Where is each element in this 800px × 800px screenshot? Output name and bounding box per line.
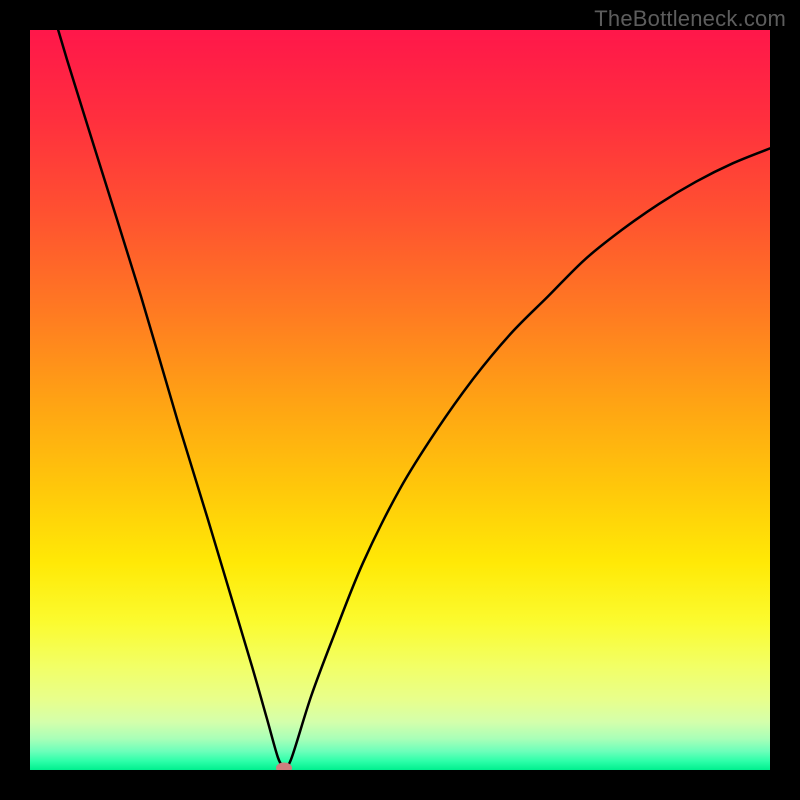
watermark-label: TheBottleneck.com: [594, 6, 786, 32]
plot-area: [30, 30, 770, 770]
bottleneck-curve: [30, 30, 770, 770]
optimal-point-marker: [276, 762, 292, 770]
outer-frame: TheBottleneck.com: [0, 0, 800, 800]
